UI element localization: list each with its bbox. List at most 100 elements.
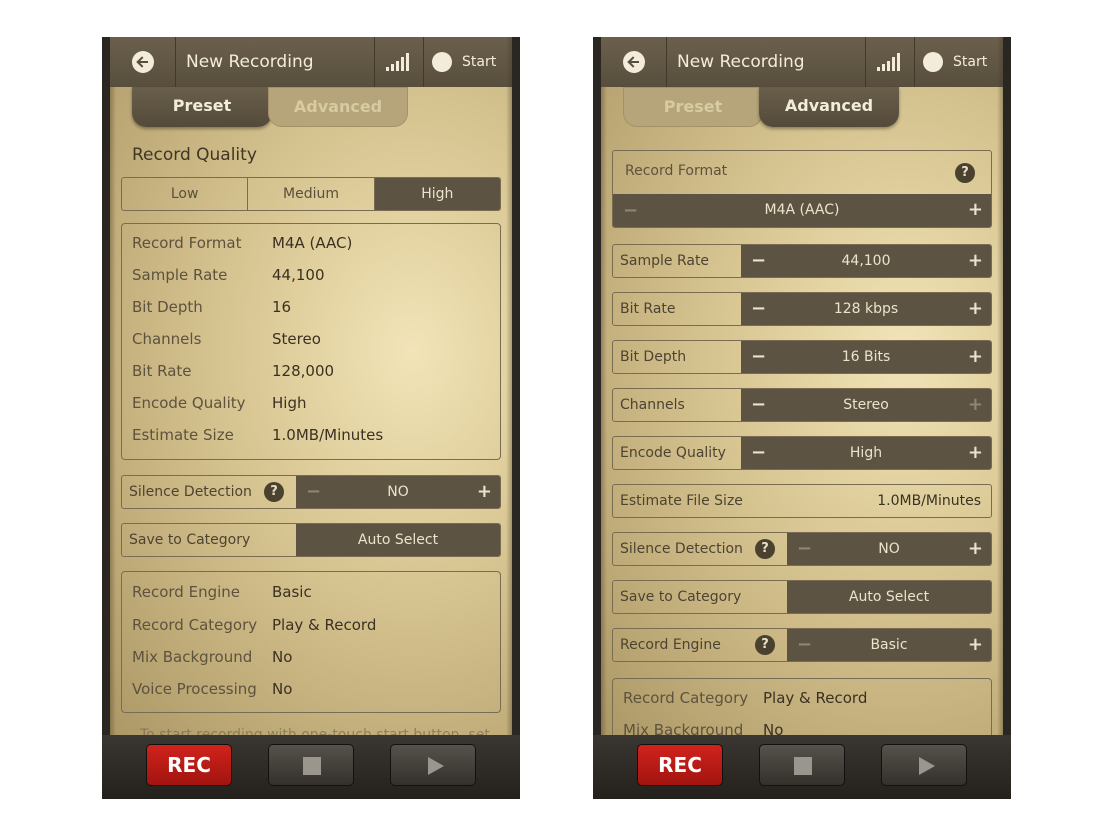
silence-value: NO	[387, 484, 409, 500]
plus-button[interactable]: +	[968, 629, 983, 660]
plus-button[interactable]: +	[968, 293, 983, 324]
rec-button[interactable]: REC	[146, 744, 232, 786]
screen: New Recording Start Preset Advanced Reco…	[601, 37, 1003, 735]
minus-button[interactable]: −	[751, 341, 766, 373]
minus-button[interactable]: −	[751, 389, 766, 421]
info-row: Sample Rate 44,100	[132, 266, 325, 284]
estimate-label: Estimate File Size	[620, 493, 743, 509]
plus-button[interactable]: +	[968, 389, 983, 420]
minus-button[interactable]: −	[797, 629, 812, 661]
help-icon[interactable]: ?	[755, 539, 775, 559]
record-format-value: M4A (AAC)	[764, 202, 840, 218]
minus-button[interactable]: −	[623, 194, 638, 227]
tab-bar: Preset Advanced	[601, 87, 1003, 129]
back-arrow-icon	[623, 51, 645, 73]
minus-button[interactable]: −	[751, 293, 766, 325]
record-dot-icon	[923, 52, 943, 72]
info-row: Bit Rate 128,000	[132, 362, 335, 380]
estimate-value: 1.0MB/Minutes	[877, 493, 981, 509]
stepper: − Stereo +	[741, 389, 991, 421]
info-row: Record Engine Basic	[132, 583, 312, 601]
tab-preset[interactable]: Preset	[132, 87, 272, 127]
play-button[interactable]	[881, 744, 967, 786]
info-row: Record Category Play & Record	[623, 689, 868, 707]
quality-medium[interactable]: Medium	[248, 178, 375, 210]
stop-button[interactable]	[759, 744, 845, 786]
rec-button[interactable]: REC	[637, 744, 723, 786]
start-label: Start	[462, 54, 497, 70]
start-label: Start	[953, 54, 988, 70]
stop-icon	[303, 757, 321, 775]
silence-stepper: − NO +	[787, 533, 991, 565]
screen: New Recording Start Preset Advanced Reco…	[110, 37, 512, 735]
help-icon[interactable]: ?	[955, 163, 975, 183]
plus-button[interactable]: +	[968, 245, 983, 276]
category-select[interactable]: Auto Select	[296, 524, 500, 556]
signal-bars-icon	[877, 53, 903, 71]
plus-button[interactable]: +	[477, 476, 492, 507]
stepper: − 44,100 +	[741, 245, 991, 277]
stop-button[interactable]	[268, 744, 354, 786]
minus-button[interactable]: −	[797, 533, 812, 565]
category-select[interactable]: Auto Select	[787, 581, 991, 613]
play-icon	[428, 757, 444, 775]
minus-button[interactable]: −	[306, 476, 321, 508]
page-title: New Recording	[186, 52, 314, 72]
plus-button[interactable]: +	[968, 533, 983, 564]
tab-bar: Preset Advanced	[110, 87, 512, 129]
tab-advanced[interactable]: Advanced	[268, 87, 408, 127]
minus-button[interactable]: −	[751, 245, 766, 277]
back-button[interactable]	[601, 37, 667, 87]
engine-info-box: Record Engine Basic Record Category Play &…	[121, 571, 501, 713]
bit-rate-control: Bit Rate − 128 kbps +	[612, 292, 992, 326]
category-value: Auto Select	[357, 532, 439, 548]
input-level-button[interactable]	[865, 37, 915, 87]
info-row: Record Format M4A (AAC)	[132, 234, 353, 252]
phone-preset: New Recording Start Preset Advanced Reco…	[102, 37, 520, 799]
signal-bars-icon	[386, 53, 412, 71]
quality-info-box: Record Format M4A (AAC) Sample Rate 44,100…	[121, 223, 501, 460]
silence-stepper: − NO +	[296, 476, 500, 508]
phone-advanced: New Recording Start Preset Advanced Reco…	[593, 37, 1011, 799]
engine-info-box: Record Category Play & Record Mix Backgro…	[612, 678, 992, 735]
tab-advanced[interactable]: Advanced	[759, 87, 899, 127]
back-button[interactable]	[110, 37, 176, 87]
control-label: Bit Depth	[620, 349, 687, 365]
control-label: Channels	[620, 397, 685, 413]
play-button[interactable]	[390, 744, 476, 786]
control-label: Sample Rate	[620, 253, 710, 269]
estimate-file-size: Estimate File Size 1.0MB/Minutes	[612, 484, 992, 518]
category-label: Save to Category	[129, 532, 251, 548]
help-icon[interactable]: ?	[264, 482, 284, 502]
info-row: Channels Stereo	[132, 330, 321, 348]
stepper-value: 44,100	[841, 253, 891, 269]
page-title: New Recording	[677, 52, 805, 72]
plus-button[interactable]: +	[968, 437, 983, 468]
record-format-label: Record Format	[625, 163, 728, 179]
start-button[interactable]: Start	[424, 37, 512, 87]
back-arrow-icon	[132, 51, 154, 73]
help-icon[interactable]: ?	[755, 635, 775, 655]
save-to-category-control: Save to Category Auto Select	[612, 580, 992, 614]
quality-high[interactable]: High	[374, 178, 500, 210]
plus-button[interactable]: +	[968, 194, 983, 226]
start-button[interactable]: Start	[915, 37, 1003, 87]
stepper: − High +	[741, 437, 991, 469]
engine-value: Basic	[870, 637, 908, 653]
stop-icon	[794, 757, 812, 775]
play-icon	[919, 757, 935, 775]
transport-bar: REC	[593, 735, 1011, 799]
stepper: − 128 kbps +	[741, 293, 991, 325]
stepper-value: High	[849, 445, 883, 461]
encode-quality-control: Encode Quality − High +	[612, 436, 992, 470]
quality-low[interactable]: Low	[122, 178, 249, 210]
input-level-button[interactable]	[374, 37, 424, 87]
silence-detection-control: Silence Detection ? − NO +	[612, 532, 992, 566]
plus-button[interactable]: +	[968, 341, 983, 372]
bit-depth-control: Bit Depth − 16 Bits +	[612, 340, 992, 374]
minus-button[interactable]: −	[751, 437, 766, 469]
record-dot-icon	[432, 52, 452, 72]
record-engine-label: Record Engine	[620, 637, 721, 653]
tab-preset[interactable]: Preset	[623, 87, 763, 127]
info-row: Mix Background No	[623, 721, 784, 735]
